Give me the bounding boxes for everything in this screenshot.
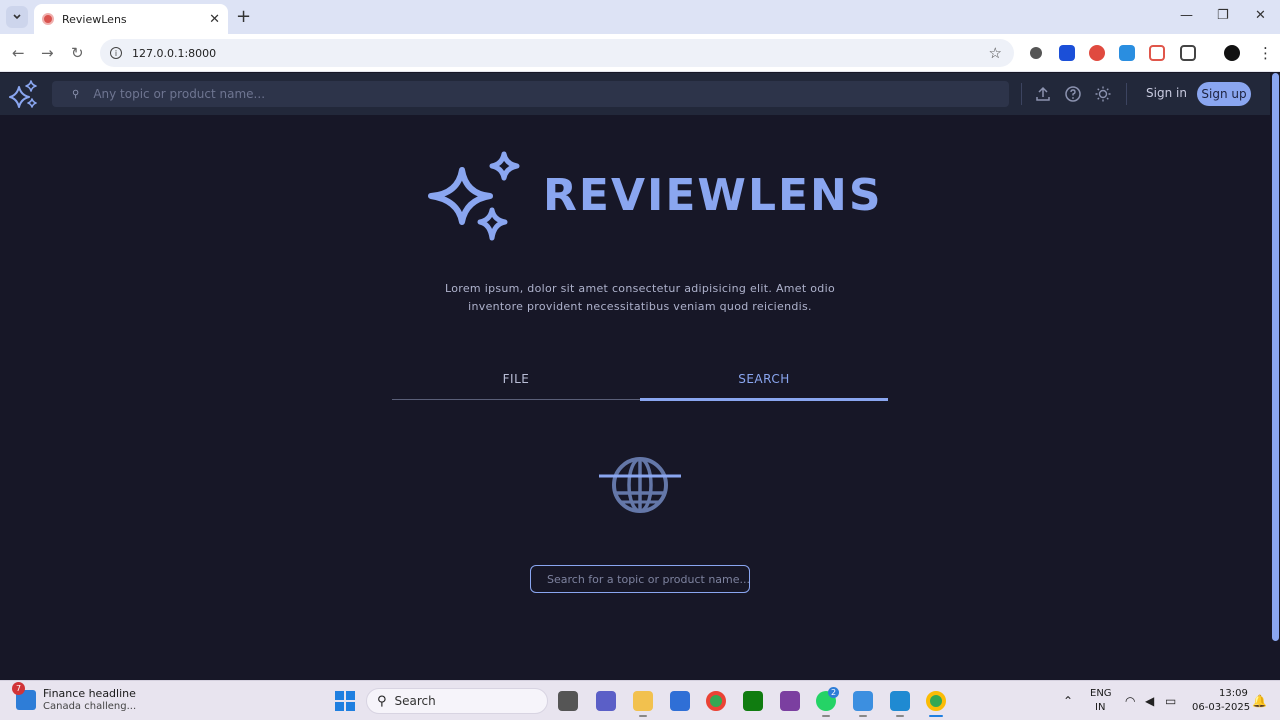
window-close-icon[interactable]: ✕ [1255,8,1266,23]
close-tab-icon[interactable]: ✕ [209,12,220,27]
sign-up-button[interactable]: Sign up [1197,82,1251,106]
header-search: ⚲ [52,81,1009,107]
app-running-indicator [822,715,830,717]
file-explorer-icon[interactable] [633,691,653,711]
app-running-indicator [859,715,867,717]
browser-toolbar: ← → ↻ i 127.0.0.1:8000 ☆ ⋮ [0,34,1280,72]
clock-date: 06-03-2025 [1192,702,1251,713]
store-icon[interactable] [670,691,690,711]
taskbar-search-icon: ⚲ [377,693,387,709]
news-widget[interactable]: 7 Finance headline Canada challeng... [12,682,137,712]
chrome-icon[interactable] [706,691,726,711]
site-info-icon[interactable]: i [110,47,122,59]
battery-icon[interactable]: ▭ [1165,694,1176,708]
extensions-puzzle-icon[interactable] [1180,45,1196,61]
header-search-input[interactable] [93,87,974,101]
extension-g-icon[interactable] [1030,47,1042,59]
wifi-icon[interactable]: ◠ [1125,694,1135,708]
news-title: Finance headline [43,687,136,700]
teams-icon[interactable] [596,691,616,711]
header-divider [1126,83,1127,105]
hero-description: Lorem ipsum, dolor sit amet consectetur … [445,282,835,313]
news-badge: 7 [12,682,25,695]
extension-blue-icon[interactable] [1119,45,1135,61]
windows-start-icon[interactable] [335,691,355,711]
notification-bell-icon[interactable]: 🔔 [1252,694,1267,708]
theme-sun-icon[interactable] [1094,85,1112,103]
tab-search[interactable]: SEARCH [640,362,888,401]
maximize-icon[interactable]: ❐ [1217,8,1229,23]
header-divider [1021,83,1022,105]
clock-time[interactable]: 13:09 [1219,688,1248,699]
back-arrow-icon[interactable]: ← [12,44,25,62]
address-url: 127.0.0.1:8000 [132,46,217,60]
reload-icon[interactable]: ↻ [71,44,84,62]
extension-send-icon[interactable] [1149,45,1165,61]
minimize-icon[interactable]: — [1180,8,1193,23]
extension-m-icon[interactable] [1059,45,1075,61]
windows-taskbar: 7 Finance headline Canada challeng... ⚲ … [0,680,1280,720]
sparkle-logo-icon[interactable] [9,79,39,112]
chrome-active-icon[interactable] [926,691,946,711]
profile-avatar[interactable] [1224,45,1240,61]
xbox-icon[interactable] [743,691,763,711]
help-icon[interactable] [1064,85,1082,103]
browser-tab-reviewlens[interactable]: ReviewLens ✕ [34,4,228,34]
tray-chevron-up-icon[interactable]: ⌃ [1063,694,1073,708]
notepad-icon[interactable] [853,691,873,711]
volume-icon[interactable]: ◀ [1145,694,1154,708]
bookmark-star-icon[interactable]: ☆ [989,44,1002,62]
browser-tab-title: ReviewLens [62,12,127,26]
task-view-icon[interactable] [558,691,578,711]
extension-pokeball-icon[interactable] [1089,45,1105,61]
mode-tabs: FILE SEARCH [392,362,888,401]
tab-file[interactable]: FILE [392,362,640,399]
app-purple-icon[interactable] [780,691,800,711]
app-running-indicator [639,715,647,717]
new-tab-plus-icon[interactable]: + [236,8,251,26]
news-subtitle: Canada challeng... [43,701,137,712]
language-top[interactable]: ENG [1090,688,1112,699]
address-bar[interactable]: i 127.0.0.1:8000 ☆ [100,39,1014,67]
scrollbar-thumb[interactable] [1272,73,1279,641]
language-bottom: IN [1095,702,1106,713]
upload-icon[interactable] [1034,85,1052,103]
taskbar-search-label: Search [394,694,436,708]
browser-menu-icon[interactable]: ⋮ [1258,44,1273,62]
sign-in-button[interactable]: Sign in [1146,86,1187,100]
app-running-indicator [896,715,904,717]
main-search-input[interactable] [530,565,750,593]
app-active-indicator [929,715,943,717]
browser-tabstrip: ReviewLens ✕ + — ❐ ✕ [0,0,1280,34]
brand-title: REVIEWLENS [543,170,883,221]
sparkle-hero-icon [428,150,524,249]
whatsapp-badge: 2 [828,687,839,698]
app-header: ⚲ Sign in Sign up [0,73,1270,115]
taskbar-search[interactable]: ⚲ Search [366,688,548,714]
globe-icon [598,455,682,518]
search-icon: ⚲ [72,88,80,100]
news-icon: 7 [12,682,36,710]
tab-list-chevron-icon[interactable] [6,6,28,28]
forward-arrow-icon[interactable]: → [41,44,54,62]
vscode-icon[interactable] [890,691,910,711]
favicon-icon [42,13,54,25]
